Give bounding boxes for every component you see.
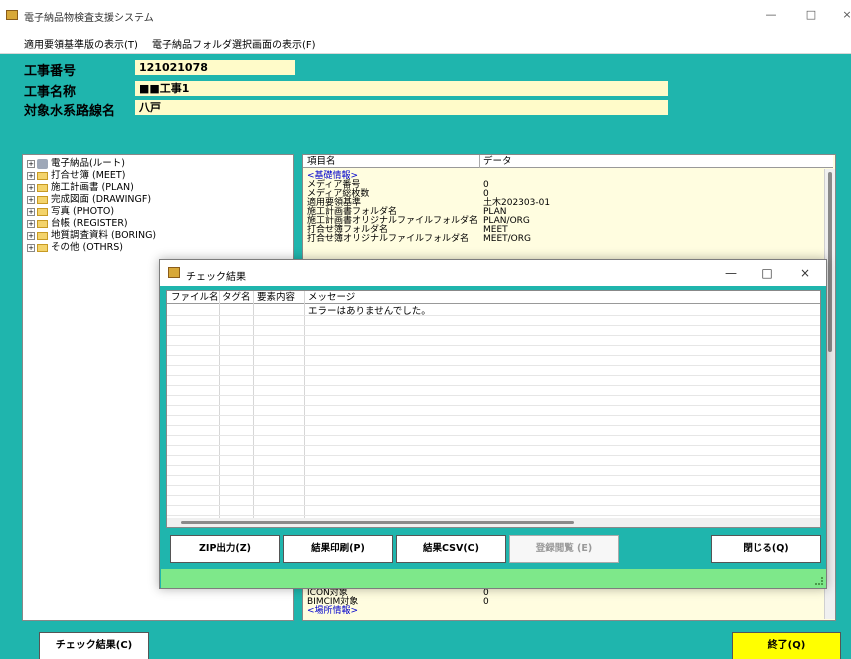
table-row bbox=[167, 385, 820, 386]
csv-result-button[interactable]: 結果CSV(C) bbox=[396, 535, 506, 563]
exit-button[interactable]: 終了(Q) bbox=[732, 632, 841, 659]
expand-icon[interactable]: + bbox=[27, 159, 35, 168]
dialog-close-action-button[interactable]: 閉じる(Q) bbox=[711, 535, 821, 563]
root-icon bbox=[37, 158, 48, 169]
result-list-header: ファイル名 タグ名 要素内容 メッセージ bbox=[167, 291, 820, 304]
table-row bbox=[167, 425, 820, 426]
column-header-tag-name[interactable]: タグ名 bbox=[222, 291, 251, 304]
folder-icon bbox=[37, 171, 48, 180]
app-icon bbox=[168, 267, 180, 278]
folder-icon bbox=[37, 243, 48, 252]
folder-icon bbox=[37, 231, 48, 240]
scrollbar-thumb[interactable] bbox=[828, 172, 832, 352]
column-header-element-content[interactable]: 要素内容 bbox=[257, 291, 295, 304]
property-value: 0 bbox=[483, 597, 489, 607]
table-row bbox=[167, 465, 820, 466]
column-header-message[interactable]: メッセージ bbox=[308, 291, 355, 304]
property-name: 打合せ簿オリジナルファイルフォルダ名 bbox=[307, 234, 470, 244]
title-bar: 電子納品物検査支援システム — □ × bbox=[0, 0, 851, 30]
expand-icon[interactable]: + bbox=[27, 219, 35, 228]
table-row bbox=[167, 335, 820, 336]
expand-icon[interactable]: + bbox=[27, 231, 35, 240]
expand-icon[interactable]: + bbox=[27, 243, 35, 252]
folder-icon bbox=[37, 207, 48, 216]
table-row bbox=[167, 375, 820, 376]
construction-number-value: 121021078 bbox=[135, 60, 295, 75]
table-row bbox=[167, 475, 820, 476]
minimize-button[interactable]: — bbox=[756, 6, 786, 24]
zip-output-button[interactable]: ZIP出力(Z) bbox=[170, 535, 280, 563]
table-row bbox=[167, 455, 820, 456]
tree-item-photo[interactable]: + 写真 (PHOTO) bbox=[27, 206, 114, 218]
table-row bbox=[167, 355, 820, 356]
table-row bbox=[167, 325, 820, 326]
app-icon bbox=[6, 10, 18, 20]
folder-icon bbox=[37, 195, 48, 204]
tree-item-othrs[interactable]: + その他 (OTHRS) bbox=[27, 242, 123, 254]
table-row bbox=[167, 415, 820, 416]
table-row bbox=[167, 495, 820, 496]
scrollbar-thumb[interactable] bbox=[181, 521, 574, 524]
print-result-button[interactable]: 結果印刷(P) bbox=[283, 535, 393, 563]
expand-icon[interactable]: + bbox=[27, 207, 35, 216]
folder-icon bbox=[37, 183, 48, 192]
properties-header: 項目名 データ bbox=[303, 155, 833, 168]
result-message: エラーはありませんでした。 bbox=[308, 306, 431, 317]
river-route-label: 対象水系路線名 bbox=[24, 104, 116, 119]
table-row bbox=[167, 485, 820, 486]
window-title: 電子納品物検査支援システム bbox=[24, 13, 154, 24]
tree-item-drawingf[interactable]: + 完成図面 (DRAWINGF) bbox=[27, 194, 151, 206]
dialog-close-button[interactable]: × bbox=[790, 264, 820, 282]
table-row bbox=[167, 435, 820, 436]
construction-name-label: 工事名称 bbox=[24, 85, 77, 100]
column-header-data[interactable]: データ bbox=[479, 155, 512, 168]
construction-name-value: ■■工事1 bbox=[135, 81, 668, 96]
column-header-name[interactable]: 項目名 bbox=[307, 155, 336, 168]
dialog-maximize-button[interactable]: □ bbox=[752, 264, 782, 282]
result-list[interactable]: ファイル名 タグ名 要素内容 メッセージ エラーはありませんでした。 bbox=[166, 290, 821, 528]
table-row bbox=[167, 345, 820, 346]
menu-bar: 適用要領基準版の表示(T) 電子納品フォルダ選択画面の表示(F) bbox=[0, 30, 851, 54]
table-row bbox=[167, 515, 820, 516]
tree-item-boring[interactable]: + 地質調査資料 (BORING) bbox=[27, 230, 156, 242]
tree-item-plan[interactable]: + 施工計画書 (PLAN) bbox=[27, 182, 134, 194]
maximize-button[interactable]: □ bbox=[796, 6, 826, 24]
register-view-button[interactable]: 登録閲覧 (E) bbox=[509, 535, 619, 563]
table-row bbox=[167, 505, 820, 506]
dialog-title-bar: チェック結果 — □ × bbox=[160, 260, 826, 286]
table-row bbox=[167, 315, 820, 316]
section-location-info: <場所情報> bbox=[307, 606, 359, 616]
folder-icon bbox=[37, 219, 48, 228]
tree-item-root[interactable]: + 電子納品(ルート) bbox=[27, 158, 125, 170]
result-list-hscrollbar[interactable] bbox=[167, 518, 820, 527]
expand-icon[interactable]: + bbox=[27, 183, 35, 192]
table-row bbox=[167, 445, 820, 446]
dialog-minimize-button[interactable]: — bbox=[716, 264, 746, 282]
dialog-status-bar bbox=[161, 569, 826, 588]
menu-show-folder-select[interactable]: 電子納品フォルダ選択画面の表示(F) bbox=[152, 36, 316, 51]
check-result-dialog: チェック結果 — □ × ファイル名 タグ名 要素内容 メッセージ エラーはあり… bbox=[159, 259, 827, 589]
dialog-title: チェック結果 bbox=[186, 272, 246, 283]
table-row bbox=[167, 365, 820, 366]
check-result-button[interactable]: チェック結果(C) bbox=[39, 632, 149, 659]
close-button[interactable]: × bbox=[832, 6, 851, 24]
property-value: MEET/ORG bbox=[483, 234, 531, 244]
tree-item-meet[interactable]: + 打合せ簿 (MEET) bbox=[27, 170, 125, 182]
river-route-value: 八戸 bbox=[135, 100, 668, 115]
table-row bbox=[167, 405, 820, 406]
construction-number-label: 工事番号 bbox=[24, 64, 77, 79]
expand-icon[interactable]: + bbox=[27, 195, 35, 204]
table-row bbox=[167, 395, 820, 396]
column-header-file-name[interactable]: ファイル名 bbox=[171, 291, 219, 304]
expand-icon[interactable]: + bbox=[27, 171, 35, 180]
resize-grip-icon[interactable] bbox=[815, 577, 823, 585]
menu-show-standard-version[interactable]: 適用要領基準版の表示(T) bbox=[24, 36, 138, 51]
tree-item-register[interactable]: + 台帳 (REGISTER) bbox=[27, 218, 128, 230]
